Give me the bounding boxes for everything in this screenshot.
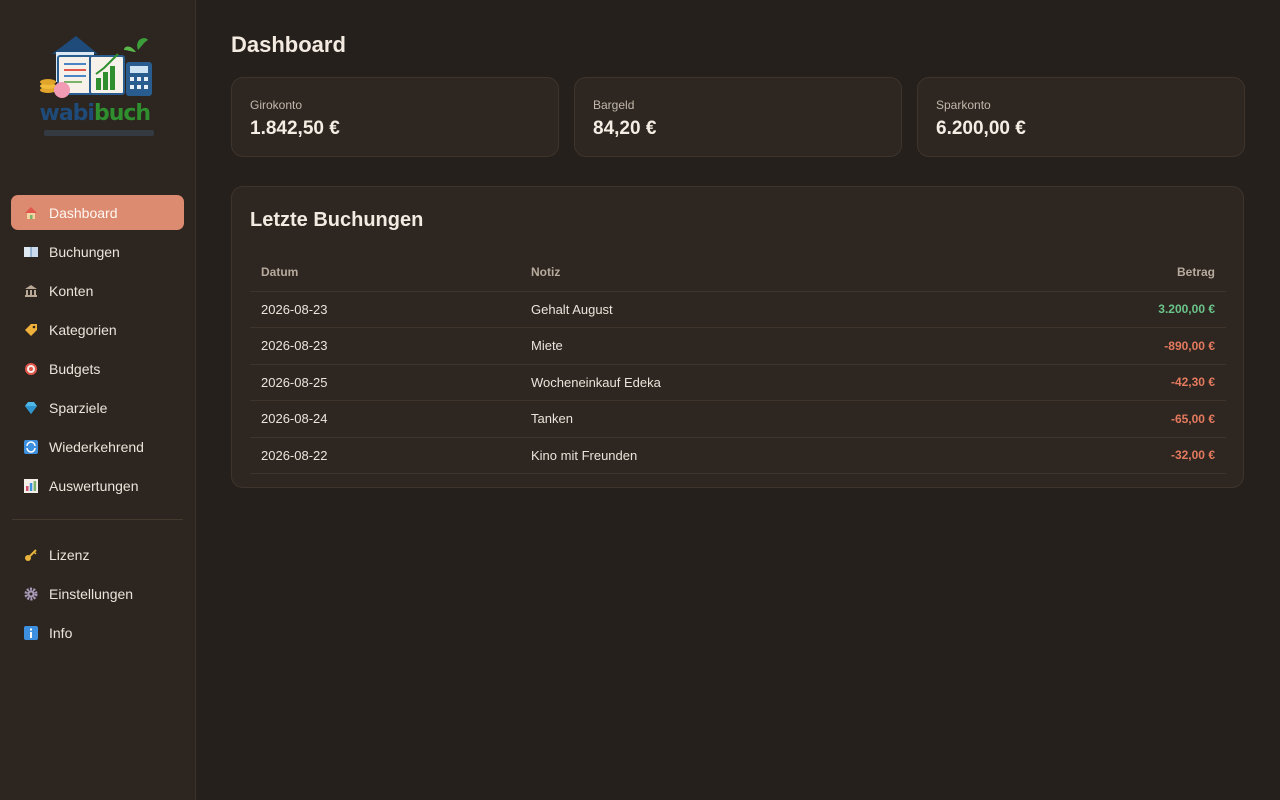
key-icon xyxy=(23,547,39,563)
repeat-icon xyxy=(23,439,39,455)
row-date: 2026-08-23 xyxy=(250,327,520,365)
sidebar-item-label: Auswertungen xyxy=(49,477,139,494)
row-note: Wocheneinkauf Edeka xyxy=(520,364,985,401)
info-icon xyxy=(23,625,39,641)
account-card-bargeld[interactable]: Bargeld 84,20 € xyxy=(574,77,902,157)
sidebar-item-label: Buchungen xyxy=(49,243,120,260)
account-label: Sparkonto xyxy=(936,98,991,112)
account-card-girokonto[interactable]: Girokonto 1.842,50 € xyxy=(231,77,559,157)
table-row[interactable]: 2026-08-22 Kino mit Freunden -32,00 € xyxy=(250,437,1226,474)
row-date: 2026-08-25 xyxy=(250,364,520,401)
book-icon xyxy=(23,244,39,260)
sidebar-item-konten[interactable]: Konten xyxy=(11,273,184,308)
sidebar-item-einstellungen[interactable]: Einstellungen xyxy=(11,576,184,611)
account-balance: 6.200,00 € xyxy=(936,118,1026,139)
sidebar-item-wiederkehrend[interactable]: Wiederkehrend xyxy=(11,429,184,464)
sidebar-item-label: Wiederkehrend xyxy=(49,438,144,455)
sidebar-nav: Dashboard Buchungen Konten Kategorien Bu… xyxy=(11,195,184,650)
column-header-note[interactable]: Notiz xyxy=(520,253,985,292)
table-header-row: Datum Notiz Betrag xyxy=(250,253,1226,292)
gear-icon xyxy=(23,586,39,602)
logo-tagline xyxy=(43,130,154,136)
sidebar-item-label: Sparziele xyxy=(49,399,108,416)
recent-transactions-panel: Letzte Buchungen Datum Notiz Betrag 2026… xyxy=(231,186,1244,488)
column-header-date[interactable]: Datum xyxy=(250,253,520,292)
account-label: Girokonto xyxy=(250,98,303,112)
transactions-table: Datum Notiz Betrag 2026-08-23 Gehalt Aug… xyxy=(250,253,1226,474)
home-icon xyxy=(23,205,39,221)
row-amount: 3.200,00 € xyxy=(984,291,1226,328)
sidebar-item-label: Info xyxy=(49,624,73,641)
table-row[interactable]: 2026-08-24 Tanken -65,00 € xyxy=(250,400,1226,438)
account-label: Bargeld xyxy=(593,98,635,112)
sidebar-item-label: Einstellungen xyxy=(49,585,134,602)
row-amount: -32,00 € xyxy=(984,437,1226,474)
row-date: 2026-08-23 xyxy=(250,291,520,328)
app-window: wabibuch Dashboard Buchungen Konten Kate… xyxy=(0,0,1280,800)
logo-illustration xyxy=(39,36,152,98)
row-note: Kino mit Freunden xyxy=(520,437,985,474)
app-logo[interactable]: wabibuch xyxy=(38,34,158,152)
sidebar-item-label: Kategorien xyxy=(49,321,117,338)
sidebar-item-kategorien[interactable]: Kategorien xyxy=(11,312,184,347)
sidebar-item-lizenz[interactable]: Lizenz xyxy=(11,537,184,572)
sidebar-item-sparziele[interactable]: Sparziele xyxy=(11,390,184,425)
table-row[interactable]: 2026-08-23 Gehalt August 3.200,00 € xyxy=(250,291,1226,328)
page-title: Dashboard xyxy=(231,32,346,57)
row-amount: -65,00 € xyxy=(984,400,1226,438)
account-card-sparkonto[interactable]: Sparkonto 6.200,00 € xyxy=(917,77,1245,157)
bank-icon xyxy=(23,283,39,299)
column-header-amount[interactable]: Betrag xyxy=(984,253,1226,292)
table-row[interactable]: 2026-08-23 Miete -890,00 € xyxy=(250,327,1226,365)
sidebar-divider xyxy=(12,519,183,520)
logo-wordmark: wabibuch xyxy=(39,101,152,126)
table-row[interactable]: 2026-08-25 Wocheneinkauf Edeka -42,30 € xyxy=(250,364,1226,401)
row-date: 2026-08-22 xyxy=(250,437,520,474)
account-cards: Girokonto 1.842,50 € Bargeld 84,20 € Spa… xyxy=(231,77,1245,157)
target-icon xyxy=(23,361,39,377)
sidebar-item-dashboard[interactable]: Dashboard xyxy=(11,195,184,230)
sidebar-item-label: Dashboard xyxy=(49,204,118,221)
row-amount: -890,00 € xyxy=(984,327,1226,365)
row-note: Miete xyxy=(520,327,985,365)
chart-icon xyxy=(23,478,39,494)
gem-icon xyxy=(23,400,39,416)
sidebar-item-info[interactable]: Info xyxy=(11,615,184,650)
logo-area: wabibuch xyxy=(11,0,184,160)
panel-title: Letzte Buchungen xyxy=(250,209,424,231)
row-note: Tanken xyxy=(520,400,985,438)
sidebar-item-buchungen[interactable]: Buchungen xyxy=(11,234,184,269)
row-amount: -42,30 € xyxy=(984,364,1226,401)
row-note: Gehalt August xyxy=(520,291,985,328)
sidebar-item-budgets[interactable]: Budgets xyxy=(11,351,184,386)
sidebar: wabibuch Dashboard Buchungen Konten Kate… xyxy=(0,0,196,800)
sidebar-item-label: Lizenz xyxy=(49,546,90,563)
sidebar-item-auswertungen[interactable]: Auswertungen xyxy=(11,468,184,503)
tag-icon xyxy=(23,322,39,338)
account-balance: 84,20 € xyxy=(593,118,657,139)
row-date: 2026-08-24 xyxy=(250,400,520,438)
sidebar-item-label: Konten xyxy=(49,282,94,299)
sidebar-item-label: Budgets xyxy=(49,360,101,377)
main-content: Dashboard Girokonto 1.842,50 € Bargeld 8… xyxy=(196,0,1280,800)
account-balance: 1.842,50 € xyxy=(250,118,340,139)
